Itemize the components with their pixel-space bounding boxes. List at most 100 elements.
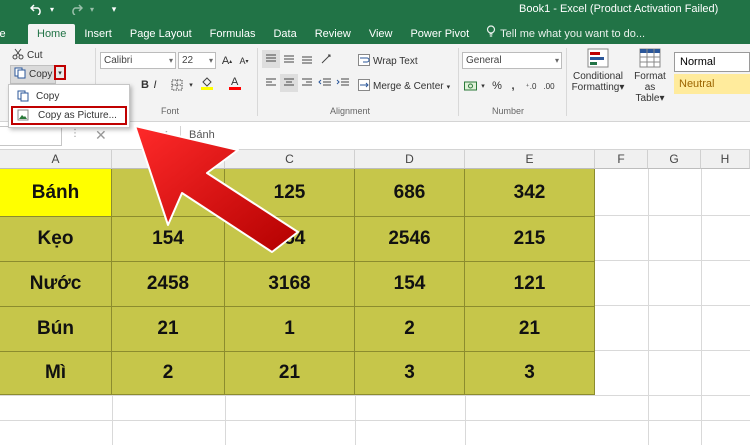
font-name-dropdown[interactable]: Calibri ▾ [100, 52, 176, 69]
align-right-icon[interactable] [298, 74, 316, 92]
align-bottom-icon[interactable] [298, 50, 316, 68]
number-format-value: General [466, 55, 502, 66]
conditional-formatting-button[interactable]: Conditional Formatting▾ [570, 48, 626, 93]
chevron-down-icon[interactable]: ▾ [84, 1, 100, 17]
cell-style-normal[interactable]: Normal [674, 52, 750, 72]
column-header-c[interactable]: C [225, 150, 355, 169]
svg-text:A: A [231, 76, 239, 88]
column-header-b[interactable]: B [112, 150, 225, 169]
align-center-icon[interactable] [280, 74, 298, 92]
alignment-group-label: Alignment [330, 106, 371, 116]
table-cell[interactable]: 1 [225, 307, 355, 352]
undo-icon[interactable] [28, 1, 44, 17]
format-as-table-icon [639, 48, 661, 71]
table-cell[interactable]: 3 [355, 352, 465, 395]
gridline [701, 169, 702, 445]
merge-center-button[interactable]: Merge & Center ▾ [358, 79, 450, 94]
tab-data[interactable]: Data [264, 24, 305, 44]
table-cell[interactable]: 154 [112, 217, 225, 262]
name-box[interactable] [0, 126, 62, 146]
align-left-icon[interactable] [262, 74, 280, 92]
table-cell-label[interactable]: Kẹo [0, 217, 112, 262]
menu-item-copy-as-picture[interactable]: Copy as Picture... [11, 106, 127, 125]
italic-icon[interactable]: I [146, 76, 164, 94]
tab-insert[interactable]: Insert [75, 24, 121, 44]
decrease-font-icon[interactable]: A ▾ [235, 52, 253, 70]
cell-style-neutral[interactable]: Neutral [674, 74, 750, 94]
table-cell[interactable]: 454 [225, 217, 355, 262]
table-cell[interactable]: 2458 [112, 262, 225, 307]
formula-input[interactable]: Bánh [180, 126, 750, 146]
table-cell[interactable]: 2546 [355, 217, 465, 262]
font-group-label: Font [161, 106, 180, 116]
tab-file[interactable]: le [0, 24, 28, 44]
merge-icon [358, 79, 370, 94]
table-cell-label[interactable]: Bún [0, 307, 112, 352]
table-cell[interactable]: 125 [225, 169, 355, 217]
column-header-g[interactable]: G [648, 150, 701, 169]
column-header-a[interactable]: A [0, 150, 112, 169]
copy-dropdown-button[interactable]: ▾ [54, 65, 66, 80]
align-top-icon[interactable] [262, 50, 280, 68]
table-cell[interactable]: 21 [112, 307, 225, 352]
table-cell-label[interactable]: Mì [0, 352, 112, 395]
font-color-icon[interactable]: A [226, 74, 244, 92]
table-cell[interactable]: 2 [355, 307, 465, 352]
table-cell[interactable]: 12 [112, 169, 225, 217]
cut-label: Cut [27, 50, 43, 61]
format-as-table-button[interactable]: Format as Table▾ [628, 48, 672, 104]
number-format-dropdown[interactable]: General ▾ [462, 52, 562, 69]
decrease-indent-icon[interactable] [316, 74, 334, 92]
cancel-icon[interactable]: ✕ [95, 127, 107, 144]
redo-icon[interactable] [68, 1, 84, 17]
tell-me-text: Tell me what you want to do... [500, 28, 646, 40]
column-header-f[interactable]: F [595, 150, 648, 169]
table-cell[interactable]: 154 [355, 262, 465, 307]
tab-power-pivot[interactable]: Power Pivot [401, 24, 478, 44]
increase-font-icon[interactable]: A ▴ [218, 52, 236, 70]
increase-indent-icon[interactable] [334, 74, 352, 92]
ribbon-tabs: le Home Insert Page Layout Formulas Data… [0, 24, 654, 44]
copy-icon [17, 90, 29, 102]
table-cell[interactable]: 215 [465, 217, 595, 262]
table-cell[interactable]: 342 [465, 169, 595, 217]
table-cell[interactable]: 21 [465, 307, 595, 352]
tab-review[interactable]: Review [306, 24, 360, 44]
table-cell[interactable]: 686 [355, 169, 465, 217]
conditional-formatting-label-1: Conditional [572, 71, 624, 82]
table-cell-label[interactable]: Bánh [0, 169, 112, 217]
group-separator [257, 48, 258, 116]
format-as-table-label-2: Table▾ [635, 93, 665, 104]
group-separator [458, 48, 459, 116]
column-header-d[interactable]: D [355, 150, 465, 169]
tab-page-layout[interactable]: Page Layout [121, 24, 201, 44]
percent-label: % [492, 80, 502, 92]
cut-button[interactable]: Cut [12, 48, 43, 63]
table-cell[interactable]: 21 [225, 352, 355, 395]
fill-color-icon[interactable] [198, 74, 216, 92]
increase-decimal-icon[interactable]: ⁺.0 [522, 77, 540, 95]
copy-button[interactable]: Copy [10, 65, 57, 84]
table-cell[interactable]: 3 [465, 352, 595, 395]
comma-style-icon[interactable]: , [504, 77, 522, 95]
column-header-h[interactable]: H [701, 150, 750, 169]
tell-me-box[interactable]: Tell me what you want to do... [478, 24, 654, 44]
align-middle-icon[interactable] [280, 50, 298, 68]
table-cell[interactable]: 121 [465, 262, 595, 307]
chevron-down-icon[interactable]: ▾ [44, 1, 60, 17]
table-cell-label[interactable]: Nước [0, 262, 112, 307]
enter-icon[interactable]: ✓ [158, 127, 170, 144]
column-header-e[interactable]: E [465, 150, 595, 169]
menu-item-copy[interactable]: Copy [11, 87, 127, 106]
customize-qat-icon[interactable]: ▾ [106, 1, 122, 17]
tab-home[interactable]: Home [28, 24, 76, 44]
table-cell[interactable]: 2 [112, 352, 225, 395]
gridline [0, 395, 750, 396]
font-size-dropdown[interactable]: 22 ▾ [178, 52, 216, 69]
decrease-decimal-icon[interactable]: .00 [540, 77, 558, 95]
tab-view[interactable]: View [360, 24, 402, 44]
table-cell[interactable]: 3168 [225, 262, 355, 307]
wrap-text-button[interactable]: Wrap Text [358, 54, 418, 69]
orientation-icon[interactable] [318, 50, 336, 68]
tab-formulas[interactable]: Formulas [201, 24, 265, 44]
